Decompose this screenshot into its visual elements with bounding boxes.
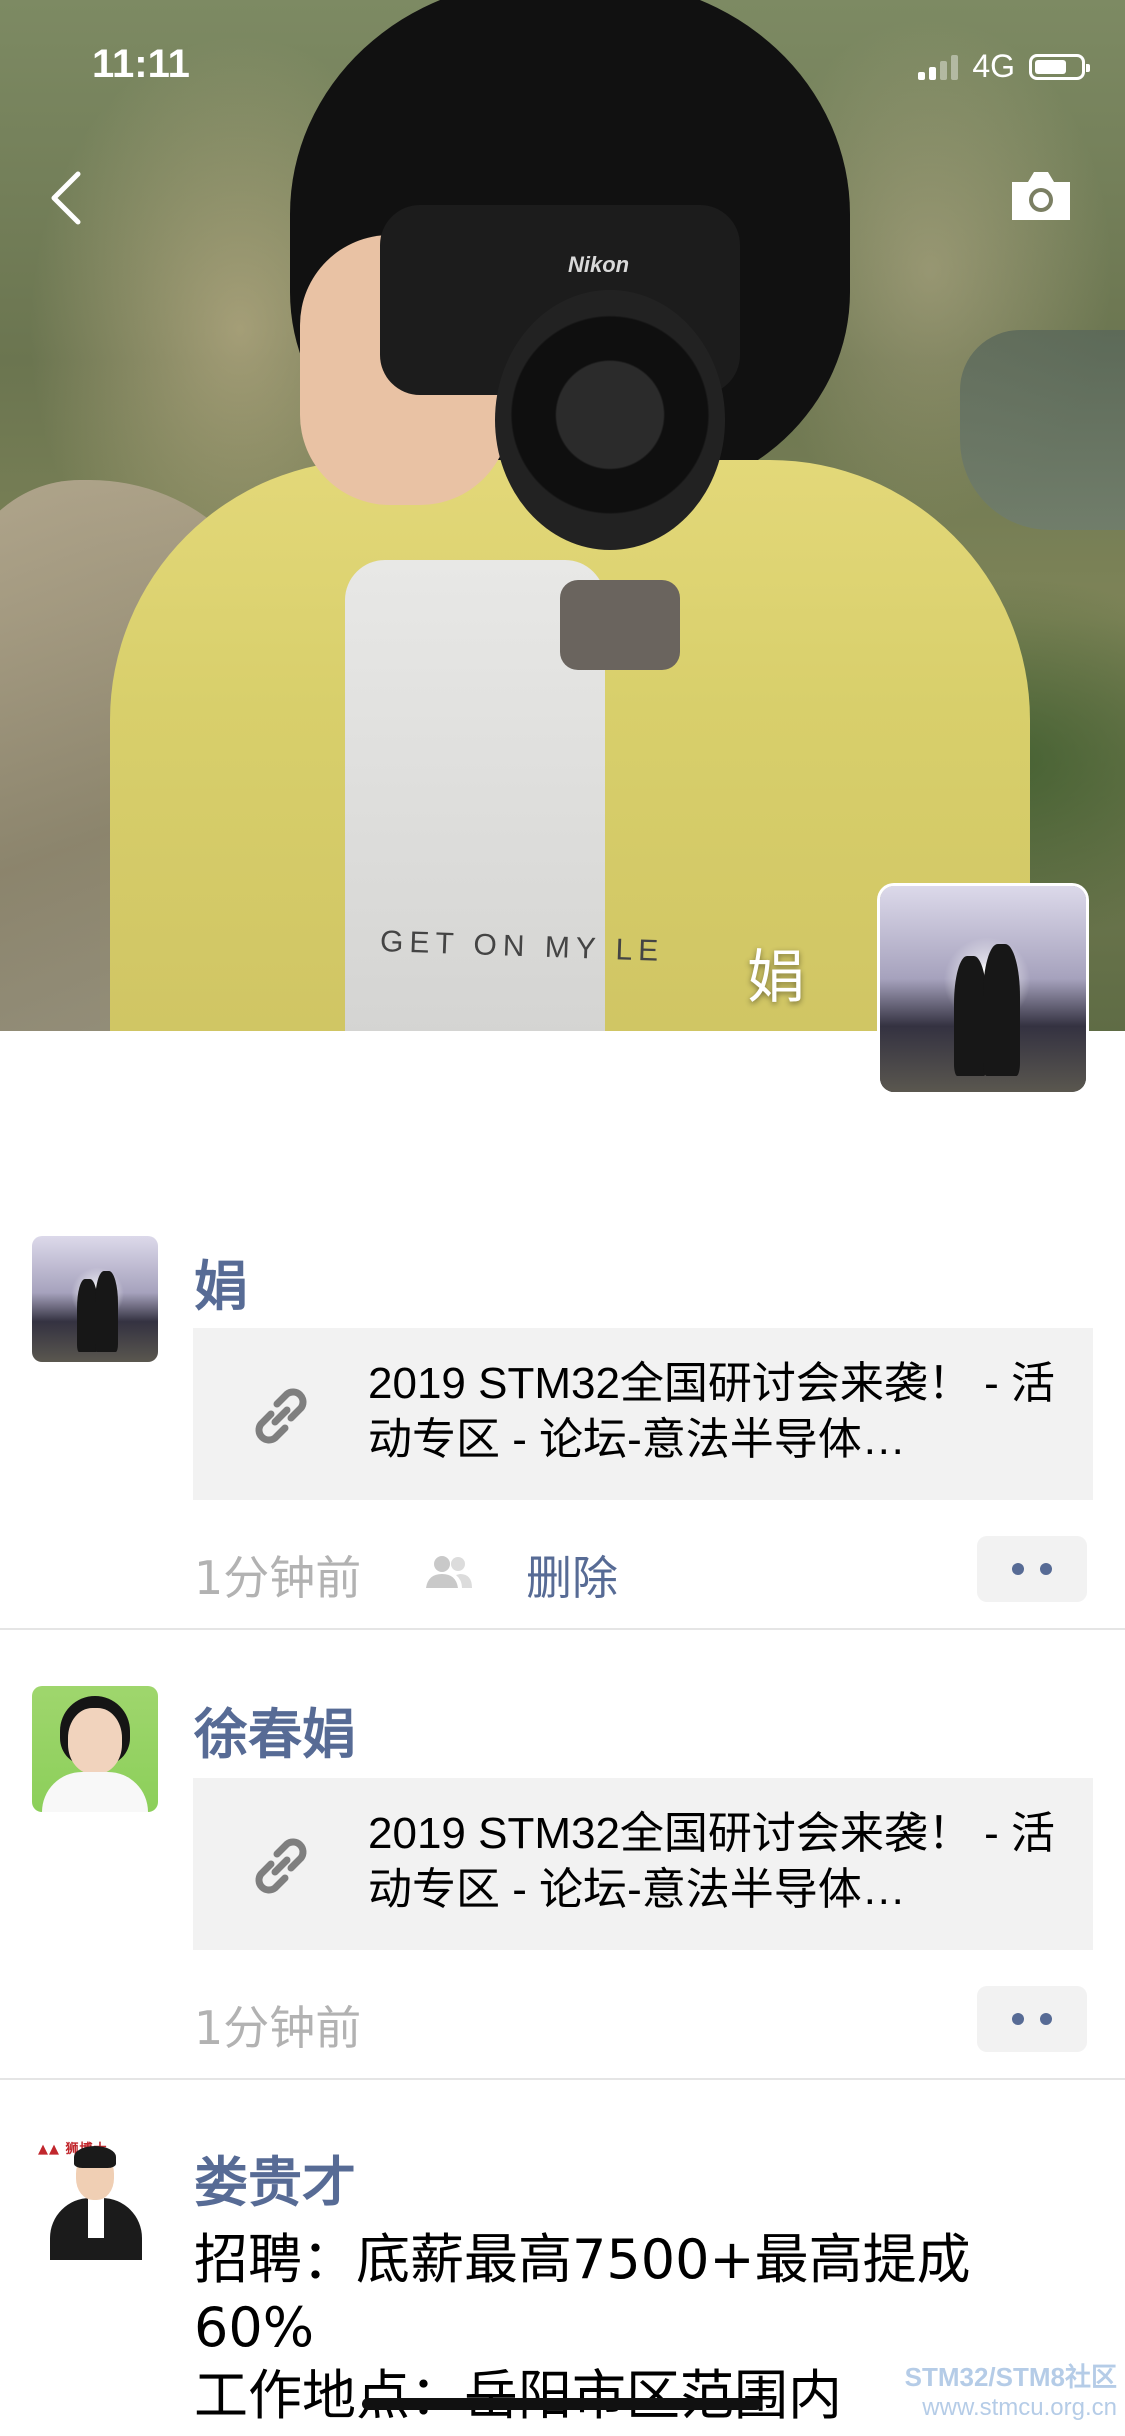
battery-icon — [1029, 53, 1090, 80]
post-time: 1分钟前 — [194, 1551, 362, 1605]
post-text: 招聘：底薪最高7500+最高提成60% — [194, 2228, 971, 2359]
link-title: 2019 STM32全国研讨会来袭！ - 活动专区 - 论坛-意法半导体STM3… — [368, 1809, 1056, 1914]
more-dots-icon — [1012, 2013, 1024, 2025]
post-avatar[interactable] — [32, 1236, 158, 1362]
post-author[interactable]: 娟 — [194, 1242, 248, 1321]
link-title: 2019 STM32全国研讨会来袭！ - 活动专区 - 论坛-意法半导体STM3… — [368, 1359, 1056, 1464]
divider — [0, 2078, 1125, 2080]
post-author[interactable]: 娄贵才 — [194, 2138, 356, 2217]
camera-icon — [1012, 172, 1070, 220]
watermark-line1: STM32/STM8社区 — [904, 2362, 1117, 2392]
status-indicators: 4G — [918, 48, 1090, 85]
profile-avatar[interactable] — [880, 886, 1086, 1092]
link-card[interactable]: 2019 STM32全国研讨会来袭！ - 活动专区 - 论坛-意法半导体STM3… — [193, 1328, 1093, 1500]
back-button[interactable] — [44, 168, 88, 228]
cover-camera-lens — [495, 290, 725, 550]
cover-background-water — [960, 330, 1125, 530]
post-time: 1分钟前 — [194, 2001, 362, 2055]
post-author[interactable]: 徐春娟 — [194, 1690, 356, 1769]
chevron-left-icon — [51, 171, 81, 225]
camera-button[interactable] — [1008, 168, 1074, 224]
link-icon — [255, 1838, 307, 1894]
moment-post: ▲▲ 狮博士 娄贵才 招聘：底薪最高7500+最高提成60% 工作地点：岳阳市区… — [0, 2134, 1125, 2427]
more-dots-icon — [1040, 2013, 1052, 2025]
watermark-line2: www.stmcu.org.cn — [922, 2394, 1117, 2421]
post-avatar[interactable]: ▲▲ 狮博士 — [32, 2134, 158, 2260]
moment-post: 徐春娟 2019 STM32全国研讨会来袭！ - 活动专区 - 论坛-意法半导体… — [0, 1686, 1125, 2055]
post-avatar[interactable] — [32, 1686, 158, 1812]
link-card[interactable]: 2019 STM32全国研讨会来袭！ - 活动专区 - 论坛-意法半导体STM3… — [193, 1778, 1093, 1950]
cover-person-watch — [560, 580, 680, 670]
avatar-body — [42, 1772, 148, 1812]
more-dots-icon — [1012, 1563, 1024, 1575]
watermark: STM32/STM8社区 www.stmcu.org.cn — [905, 2357, 1117, 2422]
avatar-face — [68, 1708, 122, 1774]
cover-camera-brand: Nikon — [568, 252, 630, 277]
link-icon — [255, 1388, 307, 1444]
avatar-shirt — [88, 2198, 104, 2238]
cover-username: 娟 — [746, 943, 805, 1011]
signal-icon — [918, 54, 959, 80]
more-button[interactable] — [977, 1536, 1087, 1602]
avatar-image — [32, 1236, 158, 1362]
more-dots-icon — [1040, 1563, 1052, 1575]
status-time: 11:11 — [92, 42, 190, 86]
cover-photo[interactable]: GET ON MY LE Nikon — [0, 0, 1125, 1031]
avatar-hair — [74, 2146, 116, 2168]
home-indicator[interactable] — [362, 2398, 762, 2410]
divider — [0, 1628, 1125, 1630]
avatar-image — [880, 886, 1086, 1092]
people-icon — [426, 1556, 472, 1588]
battery-level — [1035, 59, 1066, 74]
delete-button[interactable]: 删除 — [526, 1542, 618, 1608]
network-type: 4G — [972, 48, 1015, 84]
more-button[interactable] — [977, 1986, 1087, 2052]
